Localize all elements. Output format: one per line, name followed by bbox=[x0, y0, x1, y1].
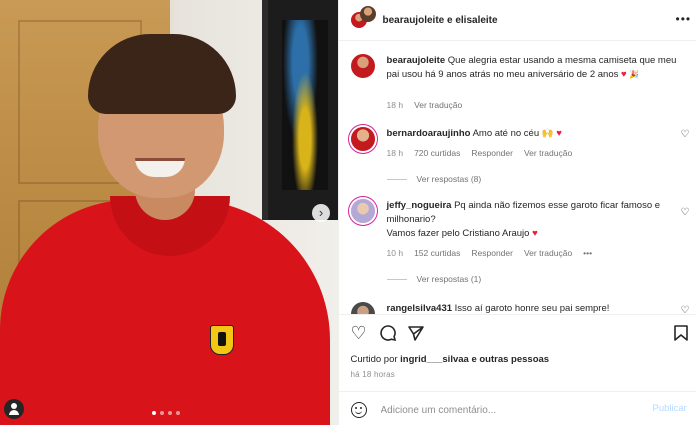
liked-by-user[interactable]: ingrid___silvaa bbox=[400, 354, 469, 365]
comment-likes[interactable]: 152 curtidas bbox=[414, 248, 460, 258]
comment-text: Amo até no céu bbox=[472, 128, 540, 139]
translate-link[interactable]: Ver tradução bbox=[524, 148, 572, 158]
carousel-dot bbox=[176, 411, 180, 415]
comment-emoji: 🙌 ♥ bbox=[541, 128, 562, 139]
emoji-icon[interactable] bbox=[350, 402, 367, 418]
caption-username[interactable]: bearaujoleite bbox=[387, 55, 446, 66]
comment-like-icon[interactable]: ♡ bbox=[681, 306, 691, 315]
collab-avatars[interactable] bbox=[350, 6, 377, 32]
instagram-post: › bearaujoleite e elisaleite ••• bearauj… bbox=[0, 0, 696, 425]
comment-text-line2: Vamos fazer pelo Cristiano Araujo bbox=[386, 228, 530, 239]
heart-icon[interactable]: ♡ bbox=[351, 324, 367, 342]
comment-more-icon[interactable]: ••• bbox=[583, 248, 592, 258]
comment-text: Isso aí garoto honre seu pai sempre! bbox=[454, 303, 610, 314]
comment-input[interactable] bbox=[378, 401, 633, 419]
comment-time: 18 h bbox=[386, 148, 404, 158]
liked-by-prefix: Curtido por bbox=[350, 354, 398, 365]
more-options-icon[interactable]: ••• bbox=[676, 12, 692, 26]
heart-emoji: ♥ bbox=[621, 69, 627, 80]
avatar[interactable] bbox=[350, 127, 375, 151]
reply-link[interactable]: Responder bbox=[471, 148, 513, 158]
share-icon[interactable] bbox=[407, 324, 425, 347]
comment-username[interactable]: rangelsilva431 bbox=[387, 303, 453, 314]
translate-link[interactable]: Ver tradução bbox=[524, 248, 572, 258]
action-bar: ♡ bbox=[351, 324, 691, 342]
carousel-dots bbox=[152, 411, 180, 415]
avatar[interactable] bbox=[350, 199, 375, 223]
carousel-next-button[interactable]: › bbox=[312, 204, 330, 222]
post-photo[interactable]: › bbox=[0, 0, 338, 425]
view-replies-link[interactable]: Ver respostas (1) bbox=[387, 274, 482, 284]
bookmark-icon[interactable] bbox=[673, 324, 689, 347]
ferrari-logo bbox=[210, 325, 234, 355]
comment: jeffy_nogueira Pq ainda não fizemos esse… bbox=[350, 199, 691, 261]
view-replies-link[interactable]: Ver respostas (8) bbox=[387, 174, 482, 184]
comment-emoji: ♥ bbox=[532, 228, 538, 239]
avatar[interactable] bbox=[359, 6, 376, 22]
post-caption: bearaujoleite Que alegria estar usando a… bbox=[350, 54, 691, 114]
post-time: há 18 horas bbox=[350, 370, 395, 379]
carousel-dot bbox=[152, 411, 156, 415]
post-authors[interactable]: bearaujoleite e elisaleite bbox=[383, 15, 498, 26]
avatar[interactable] bbox=[350, 54, 375, 78]
comment-username[interactable]: jeffy_nogueira bbox=[387, 200, 452, 211]
post-comment-button[interactable]: Publicar bbox=[653, 403, 687, 414]
carousel-dot bbox=[160, 411, 164, 415]
comment-like-icon[interactable]: ♡ bbox=[681, 130, 691, 140]
comment-likes[interactable]: 720 curtidas bbox=[414, 148, 460, 158]
post-header: bearaujoleite e elisaleite bbox=[350, 6, 498, 32]
user-tag-icon[interactable] bbox=[4, 399, 24, 419]
translate-link[interactable]: Ver tradução bbox=[414, 100, 462, 110]
carousel-dot bbox=[168, 411, 172, 415]
caption-time: 18 h bbox=[386, 100, 404, 110]
liked-by: Curtido por ingrid___silvaa e outras pes… bbox=[351, 354, 550, 365]
avatar[interactable] bbox=[350, 302, 375, 314]
post-panel: bearaujoleite e elisaleite ••• bearaujol… bbox=[337, 0, 696, 426]
add-comment-bar: Publicar bbox=[338, 391, 696, 426]
party-emoji: 🎉 bbox=[629, 70, 640, 79]
comment: rangelsilva431 Isso aí garoto honre seu … bbox=[350, 302, 691, 315]
comment-icon[interactable] bbox=[379, 324, 397, 347]
comment-username[interactable]: bernardoaraujinho bbox=[387, 128, 471, 139]
wall-painting bbox=[262, 0, 338, 220]
comment-like-icon[interactable]: ♡ bbox=[681, 208, 691, 218]
liked-by-suffix[interactable]: e outras pessoas bbox=[471, 354, 549, 365]
comment-time: 10 h bbox=[386, 248, 404, 258]
reply-link[interactable]: Responder bbox=[471, 248, 513, 258]
